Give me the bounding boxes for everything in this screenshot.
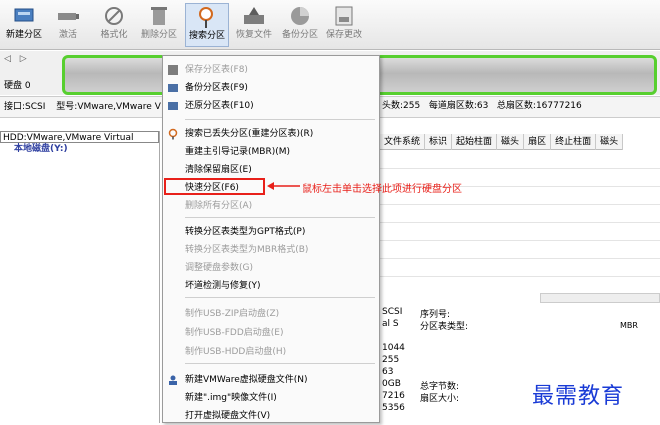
save-changes-icon [335, 6, 353, 26]
detail-value: 63 [382, 367, 394, 377]
annotation-text: 鼠标左击单击选择此项进行硬盘分区 [302, 184, 462, 195]
save-changes-button[interactable]: 保存更改 [322, 3, 366, 47]
recover-file-icon [244, 7, 264, 24]
detail-value: al S [382, 319, 399, 329]
format-icon [105, 7, 123, 25]
menu-backup-partition-table[interactable]: 备份分区表(F9) [185, 79, 248, 97]
new-partition-icon [14, 8, 34, 22]
detail-value: SCSI [382, 307, 403, 317]
partition-table-type-value: MBR [620, 321, 638, 330]
menu-separator [185, 363, 375, 364]
grid-row-line [380, 276, 660, 277]
heads-info: 头数:255 [382, 101, 421, 111]
search-partition-button[interactable]: 搜索分区 [185, 3, 229, 47]
recover-file-button[interactable]: 恢复文件 [232, 3, 276, 47]
tree-local-disk-node[interactable]: 本地磁盘(Y:) [0, 143, 159, 155]
sector-size-label: 扇区大小: [420, 394, 460, 404]
col-head[interactable]: 磁头 [497, 134, 525, 150]
model-info: 型号:VMware,VMware V [56, 102, 161, 112]
search-lost-partition-icon [168, 128, 178, 140]
horizontal-scrollbar[interactable] [540, 293, 660, 303]
backup-partition-icon [291, 7, 309, 25]
menu-separator [185, 217, 375, 218]
detail-value: 5356 [382, 403, 405, 413]
col-end-cylinder[interactable]: 终止柱面 [551, 134, 597, 150]
menu-rebuild-mbr[interactable]: 重建主引导记录(MBR)(M) [185, 143, 290, 161]
partition-table-type-label: 分区表类型: [420, 322, 469, 332]
quick-partition-highlight [164, 178, 265, 195]
menu-delete-all-partitions[interactable]: 删除所有分区(A) [185, 197, 252, 215]
delete-partition-icon [151, 7, 167, 25]
partition-grid-header: 文件系统 标识 起始柱面 磁头 扇区 终止柱面 磁头 [380, 134, 624, 150]
disk-tree: HDD:VMware,VMware Virtual 本地磁盘(Y:) [0, 131, 160, 423]
menu-make-usb-zip[interactable]: 制作USB-ZIP启动盘(Z) [185, 305, 279, 323]
detail-value: 0GB [382, 379, 401, 389]
activate-button[interactable]: 激活 [46, 3, 90, 47]
toolbar: 新建分区 激活 格式化 删除分区 搜索分区 恢复文件 备份分区 保存更改 [0, 0, 660, 50]
detail-value: 7216 [382, 391, 405, 401]
total-sectors-info: 总扇区数:16777216 [496, 101, 582, 111]
menu-save-partition-table[interactable]: 保存分区表(F8) [185, 61, 248, 79]
detail-value: 1044 [382, 343, 405, 353]
grid-row-line [380, 258, 660, 259]
watermark: 最需教育 [532, 384, 625, 409]
menu-separator [185, 119, 375, 120]
sectors-per-track-info: 每道扇区数:63 [428, 101, 489, 111]
col-filesystem[interactable]: 文件系统 [380, 134, 426, 150]
backup-table-icon [168, 84, 178, 92]
menu-new-img-file[interactable]: 新建".img"映像文件(I) [185, 389, 277, 407]
grid-row-line [380, 240, 660, 241]
delete-partition-button[interactable]: 删除分区 [137, 3, 181, 47]
menu-clear-reserved-sectors[interactable]: 清除保留扇区(E) [185, 161, 252, 179]
grid-row-line [380, 204, 660, 205]
col-start-cylinder[interactable]: 起始柱面 [452, 134, 498, 150]
search-partition-icon [199, 7, 213, 28]
menu-open-virtual-disk[interactable]: 打开虚拟硬盘文件(V) [185, 407, 270, 425]
disk-nav-arrows[interactable]: ◁ ▷ [4, 54, 30, 64]
menu-convert-to-gpt[interactable]: 转换分区表类型为GPT格式(P) [185, 223, 305, 241]
menu-make-usb-fdd[interactable]: 制作USB-FDD启动盘(E) [185, 324, 283, 342]
menu-new-vmware-disk[interactable]: 新建VMWare虚拟硬盘文件(N) [185, 371, 308, 389]
col-sector[interactable]: 扇区 [524, 134, 552, 150]
activate-icon [58, 13, 79, 20]
menu-make-usb-hdd[interactable]: 制作USB-HDD启动盘(H) [185, 343, 286, 361]
detail-value: 255 [382, 355, 400, 365]
grid-row-line [380, 222, 660, 223]
menu-convert-to-mbr[interactable]: 转换分区表类型为MBR格式(B) [185, 241, 308, 259]
grid-row-line [380, 168, 660, 169]
restore-table-icon [168, 102, 178, 110]
menu-search-lost-partitions[interactable]: 搜索已丢失分区(重建分区表)(R) [185, 125, 313, 143]
disk-label: 硬盘 0 [4, 81, 31, 91]
menu-bad-sector-check[interactable]: 坏道检测与修复(Y) [185, 277, 261, 295]
save-table-icon [168, 65, 178, 75]
col-id[interactable]: 标识 [425, 134, 453, 150]
disk-geometry-info: 头数:255 每道扇区数:63 总扇区数:16777216 [382, 96, 582, 116]
tree-hdd-node[interactable]: HDD:VMware,VMware Virtual [0, 131, 159, 143]
disk-context-menu: 保存分区表(F8) 备份分区表(F9) 还原分区表(F10) 搜索已丢失分区(重… [162, 55, 380, 423]
menu-restore-partition-table[interactable]: 还原分区表(F10) [185, 97, 254, 115]
vmware-disk-icon [169, 375, 177, 385]
col-end-head[interactable]: 磁头 [596, 134, 624, 150]
interface-info: 接口:SCSI [4, 102, 46, 112]
format-button[interactable]: 格式化 [92, 3, 136, 47]
menu-separator [185, 297, 375, 298]
menu-adjust-disk-parameters[interactable]: 调整硬盘参数(G) [185, 259, 253, 277]
